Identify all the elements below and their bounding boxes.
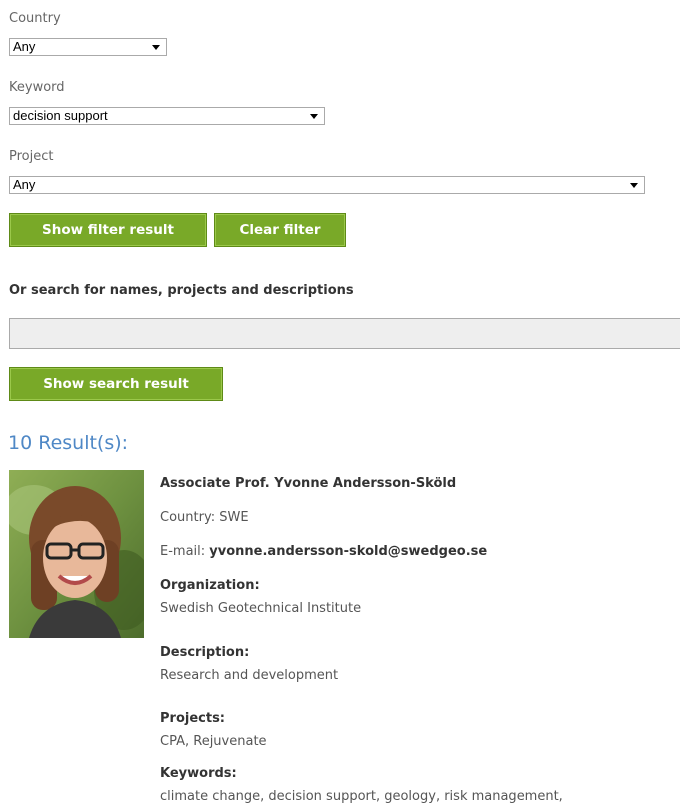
dropdown-arrow-icon — [152, 45, 160, 50]
search-input[interactable] — [9, 318, 680, 349]
keyword-select[interactable]: decision support — [9, 107, 325, 125]
result-projects: CPA, Rejuvenate — [160, 734, 267, 749]
projects-label: Projects: — [160, 711, 225, 726]
dropdown-arrow-icon — [630, 183, 638, 188]
dropdown-arrow-icon — [310, 114, 318, 119]
keywords-label: Keywords: — [160, 766, 237, 781]
result-country: Country: SWE — [160, 510, 249, 525]
result-description: Research and development — [160, 668, 339, 683]
search-heading: Or search for names, projects and descri… — [9, 283, 354, 298]
keyword-select-value: decision support — [13, 108, 108, 123]
organization-label: Organization: — [160, 578, 260, 593]
clear-filter-button[interactable]: Clear filter — [214, 213, 346, 247]
description-label: Description: — [160, 645, 250, 660]
result-email[interactable]: yvonne.andersson-skold@swedgeo.se — [209, 544, 487, 559]
country-select[interactable]: Any — [9, 38, 167, 56]
result-organization: Swedish Geotechnical Institute — [160, 601, 362, 616]
profile-photo — [9, 470, 144, 638]
email-prefix: E-mail: — [160, 544, 210, 559]
result-name: Associate Prof. Yvonne Andersson-Sköld — [160, 476, 457, 491]
results-count: 10 Result(s): — [8, 432, 129, 454]
show-filter-result-button[interactable]: Show filter result — [9, 213, 207, 247]
project-select[interactable]: Any — [9, 176, 645, 194]
project-select-value: Any — [13, 177, 36, 192]
keyword-label: Keyword — [9, 80, 65, 95]
show-search-result-button[interactable]: Show search result — [9, 367, 223, 401]
result-keywords: climate change, decision support, geolog… — [160, 789, 563, 804]
project-label: Project — [9, 149, 54, 164]
person-photo-icon — [9, 470, 144, 638]
country-label: Country — [9, 11, 61, 26]
country-select-value: Any — [13, 39, 36, 54]
result-email-row: E-mail: yvonne.andersson-skold@swedgeo.s… — [160, 544, 487, 559]
